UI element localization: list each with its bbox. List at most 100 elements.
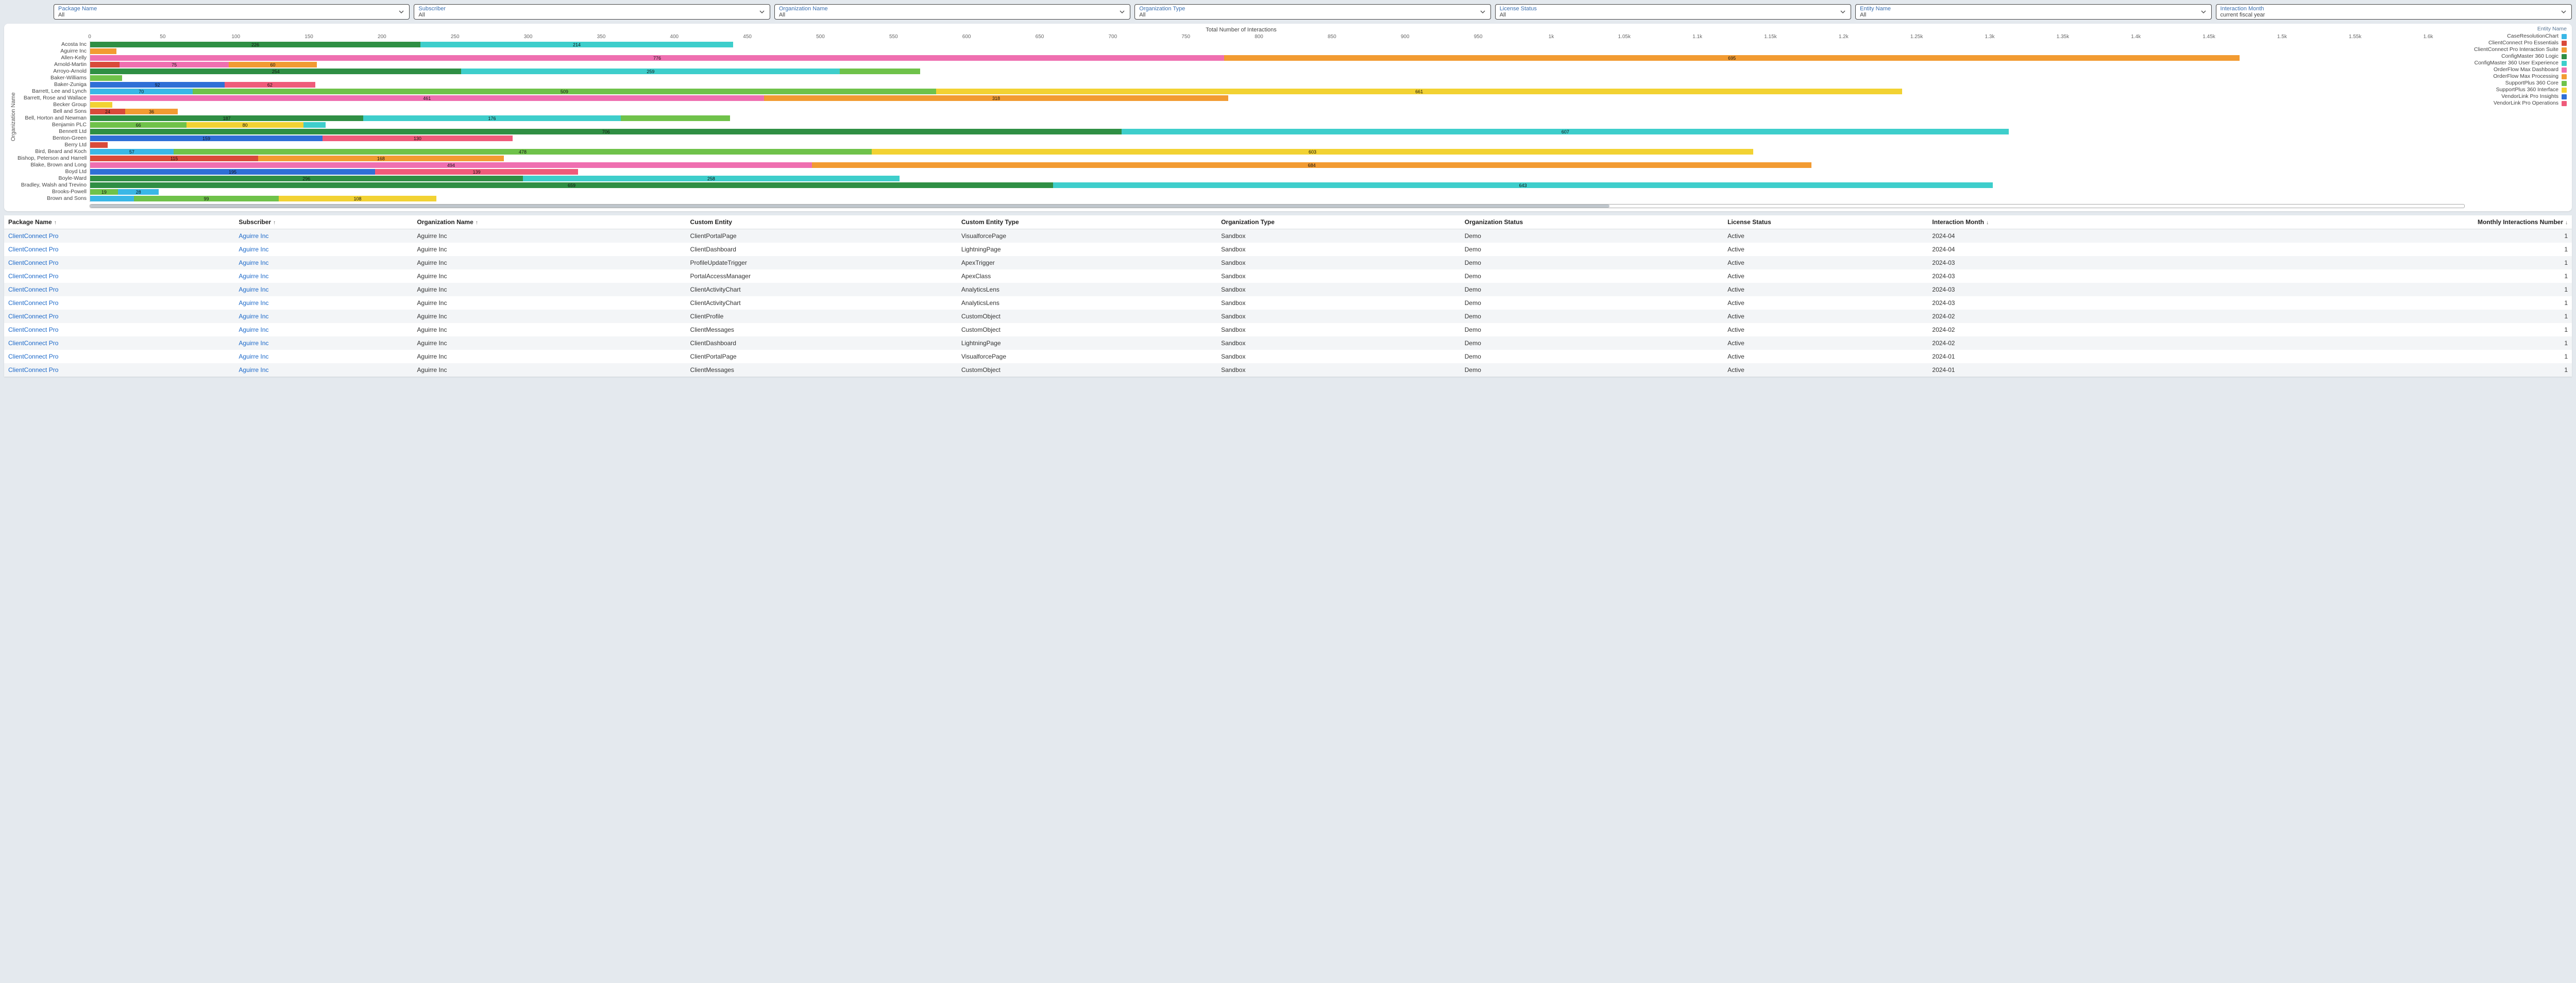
cell-link[interactable]: ClientConnect Pro — [4, 323, 234, 336]
bar-segment[interactable] — [90, 196, 134, 201]
bar-segment[interactable] — [303, 122, 326, 128]
bar-segment[interactable]: 607 — [1122, 129, 2009, 134]
bar-segment[interactable]: 195 — [90, 169, 375, 175]
bar-segment[interactable]: 108 — [279, 196, 436, 201]
bar-segment[interactable]: 19 — [90, 189, 118, 195]
bar-segment[interactable]: 115 — [90, 156, 258, 161]
cell-link[interactable]: ClientConnect Pro — [4, 269, 234, 283]
cell-link[interactable]: Aguirre Inc — [234, 310, 413, 323]
bar-segment[interactable]: 318 — [764, 95, 1229, 101]
bar-segment[interactable] — [840, 69, 920, 74]
bar-segment[interactable]: 259 — [461, 69, 840, 74]
bar-segment[interactable]: 509 — [193, 89, 937, 94]
bar-segment[interactable] — [90, 75, 122, 81]
legend-item[interactable]: ConfigMaster 360 Logic — [2469, 53, 2567, 60]
column-header[interactable]: Monthly Interactions Number↓ — [2183, 215, 2572, 229]
cell-link[interactable]: ClientConnect Pro — [4, 256, 234, 269]
bar-segment[interactable]: 684 — [812, 162, 1811, 168]
column-header[interactable]: Subscriber↑ — [234, 215, 413, 229]
filter-entity-name[interactable]: Entity NameAll — [1855, 4, 2211, 20]
cell-link[interactable]: ClientConnect Pro — [4, 350, 234, 363]
bar-segment[interactable]: 36 — [125, 109, 178, 114]
column-header[interactable]: Organization Type — [1217, 215, 1461, 229]
bar-segment[interactable]: 478 — [174, 149, 872, 155]
bar-segment[interactable]: 661 — [936, 89, 1902, 94]
legend-item[interactable]: VendorLink Pro Insights — [2469, 93, 2567, 100]
cell-link[interactable]: Aguirre Inc — [234, 283, 413, 296]
bar-segment[interactable]: 643 — [1053, 182, 1993, 188]
cell-link[interactable]: ClientConnect Pro — [4, 229, 234, 243]
bar-segment[interactable]: 75 — [120, 62, 229, 67]
filter-organization-name[interactable]: Organization NameAll — [774, 4, 1130, 20]
cell-link[interactable]: ClientConnect Pro — [4, 296, 234, 310]
cell-link[interactable]: ClientConnect Pro — [4, 363, 234, 377]
bar-segment[interactable]: 80 — [187, 122, 303, 128]
column-header[interactable]: License Status — [1723, 215, 1928, 229]
bar-segment[interactable]: 258 — [523, 176, 900, 181]
bar-segment[interactable]: 28 — [118, 189, 159, 195]
bar-segment[interactable] — [621, 115, 731, 121]
legend-item[interactable]: OrderFlow Max Dashboard — [2469, 66, 2567, 73]
bar-segment[interactable]: 226 — [90, 42, 420, 47]
cell-link[interactable]: Aguirre Inc — [234, 243, 413, 256]
bar-segment[interactable]: 159 — [90, 135, 323, 141]
bar-segment[interactable]: 66 — [90, 122, 187, 128]
legend-item[interactable]: CaseResolutionChart — [2469, 33, 2567, 40]
bar-segment[interactable]: 139 — [375, 169, 578, 175]
bar-segment[interactable]: 214 — [420, 42, 733, 47]
bar-segment[interactable] — [90, 48, 116, 54]
legend-item[interactable]: SupportPlus 360 Core — [2469, 80, 2567, 87]
bar-segment[interactable]: 296 — [90, 176, 523, 181]
cell-link[interactable]: Aguirre Inc — [234, 336, 413, 350]
bar-segment[interactable]: 99 — [134, 196, 279, 201]
legend-item[interactable]: ClientConnect Pro Interaction Suite — [2469, 46, 2567, 53]
bar-segment[interactable]: 57 — [90, 149, 174, 155]
cell-link[interactable]: Aguirre Inc — [234, 256, 413, 269]
bar-segment[interactable]: 176 — [363, 115, 620, 121]
legend-item[interactable]: OrderFlow Max Processing — [2469, 73, 2567, 80]
bar-segment[interactable]: 603 — [872, 149, 1753, 155]
scrollbar-thumb[interactable] — [90, 205, 1609, 208]
bar-segment[interactable]: 130 — [323, 135, 513, 141]
bar-segment[interactable]: 254 — [90, 69, 461, 74]
bar-segment[interactable] — [90, 102, 112, 108]
cell-link[interactable]: Aguirre Inc — [234, 229, 413, 243]
chart-scrollbar[interactable] — [90, 204, 2465, 208]
cell-link[interactable]: Aguirre Inc — [234, 269, 413, 283]
column-header[interactable]: Package Name↑ — [4, 215, 234, 229]
legend-item[interactable]: SupportPlus 360 Interface — [2469, 87, 2567, 93]
cell-link[interactable]: ClientConnect Pro — [4, 310, 234, 323]
bar-segment[interactable]: 706 — [90, 129, 1122, 134]
filter-package-name[interactable]: Package NameAll — [54, 4, 410, 20]
cell-link[interactable]: ClientConnect Pro — [4, 243, 234, 256]
column-header[interactable]: Custom Entity — [686, 215, 957, 229]
filter-subscriber[interactable]: SubscriberAll — [414, 4, 770, 20]
bar-segment[interactable]: 62 — [225, 82, 315, 88]
cell-link[interactable]: Aguirre Inc — [234, 323, 413, 336]
cell-link[interactable]: Aguirre Inc — [234, 350, 413, 363]
cell-link[interactable]: Aguirre Inc — [234, 296, 413, 310]
bar-segment[interactable]: 187 — [90, 115, 363, 121]
bar-segment[interactable]: 695 — [1224, 55, 2240, 61]
column-header[interactable]: Organization Name↑ — [413, 215, 686, 229]
bar-segment[interactable]: 92 — [90, 82, 225, 88]
legend-item[interactable]: ConfigMaster 360 User Experience — [2469, 60, 2567, 66]
column-header[interactable]: Interaction Month↓ — [1928, 215, 2183, 229]
bar-segment[interactable]: 776 — [90, 55, 1224, 61]
column-header[interactable]: Organization Status — [1461, 215, 1723, 229]
cell-link[interactable]: ClientConnect Pro — [4, 283, 234, 296]
bar-segment[interactable]: 70 — [90, 89, 193, 94]
bar-segment[interactable]: 24 — [90, 109, 125, 114]
filter-license-status[interactable]: License StatusAll — [1495, 4, 1851, 20]
bar-segment[interactable]: 461 — [90, 95, 764, 101]
filter-organization-type[interactable]: Organization TypeAll — [1134, 4, 1490, 20]
bar-segment[interactable]: 60 — [229, 62, 316, 67]
bar-segment[interactable] — [90, 62, 120, 67]
bar-segment[interactable]: 659 — [90, 182, 1053, 188]
column-header[interactable]: Custom Entity Type — [957, 215, 1217, 229]
legend-item[interactable]: VendorLink Pro Operations — [2469, 100, 2567, 107]
cell-link[interactable]: ClientConnect Pro — [4, 336, 234, 350]
bar-segment[interactable]: 494 — [90, 162, 812, 168]
bar-segment[interactable]: 168 — [258, 156, 503, 161]
cell-link[interactable]: Aguirre Inc — [234, 363, 413, 377]
